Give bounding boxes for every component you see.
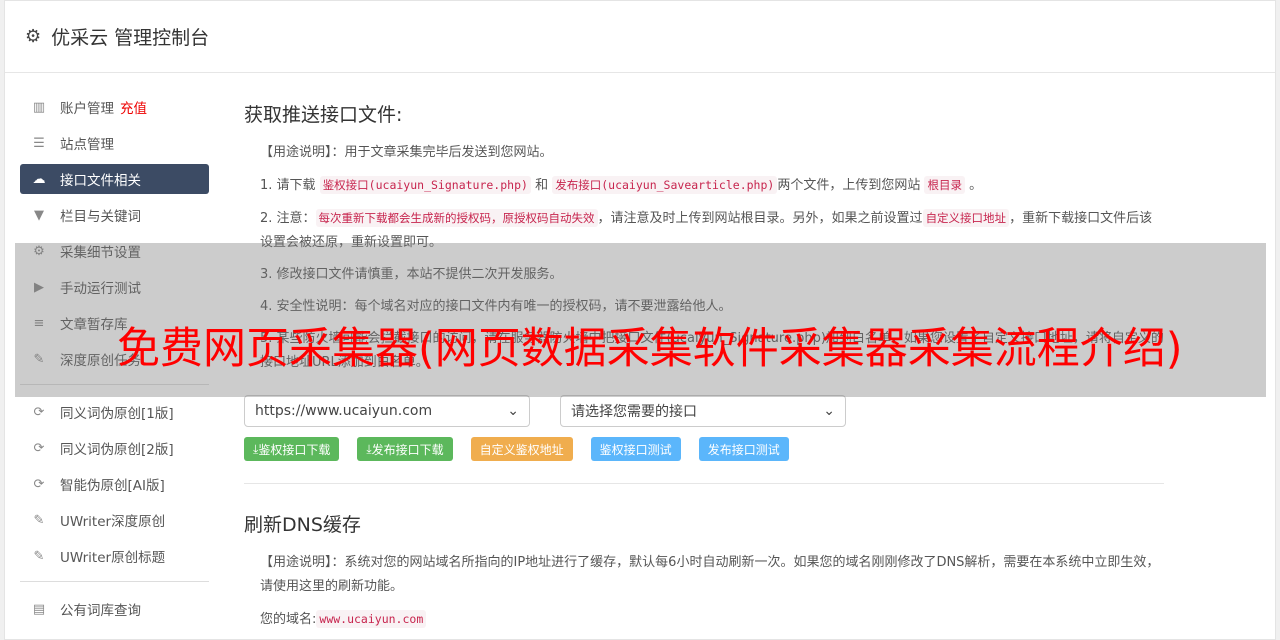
text: 1. 请下载 — [260, 178, 316, 193]
sidebar-item-label: UWriter深度原创 — [60, 514, 166, 530]
sidebar-item-interface-files[interactable]: ☁ 接口文件相关 — [20, 164, 209, 194]
usage-text: 【用途说明】：用于文章采集完毕后发送到您网站。 — [260, 145, 553, 160]
sidebar-item-uwriter-title[interactable]: ✎ UWriter原创标题 — [20, 541, 209, 571]
edit-icon: ✎ — [33, 512, 45, 528]
sidebar-item-label: 公有词库查询 — [60, 603, 141, 619]
sidebar-item-synonym-v1[interactable]: ⟳ 同义词伪原创[1版] — [20, 397, 209, 427]
text: 2. 注意： — [260, 211, 316, 226]
sidebar-item-ai-original[interactable]: ⟳ 智能伪原创[AI版] — [20, 469, 209, 499]
sidebar-item-label: 智能伪原创[AI版] — [60, 478, 165, 494]
domain-row: 您的域名: www.ucaiyun.com — [260, 607, 1164, 632]
sidebar-item-uwriter-deep[interactable]: ✎ UWriter深度原创 — [20, 505, 209, 535]
sidebar-item-public-dictionary[interactable]: ▤ 公有词库查询 — [20, 594, 209, 624]
dns-usage-text: 【用途说明】：系统对您的网站域名所指向的IP地址进行了缓存，默认每6小时自动刷新… — [260, 555, 1160, 594]
sidebar-item-sites[interactable]: ☰ 站点管理 — [20, 128, 209, 158]
sidebar-item-synonym-v2[interactable]: ⟳ 同义词伪原创[2版] — [20, 433, 209, 463]
gear-icon: ⚙ — [25, 26, 42, 47]
section-title: 获取推送接口文件: — [244, 104, 403, 126]
button-label: 鉴权接口下载 — [258, 442, 331, 457]
sidebar-item-label: 站点管理 — [60, 137, 114, 153]
code-highlight: 发布接口(ucaiyun_Savearticle.php) — [552, 176, 778, 194]
api-select[interactable]: 请选择您需要的接口 ⌄ — [560, 395, 846, 427]
server-icon: ☰ — [33, 135, 45, 151]
filter-icon: ▼ — [34, 207, 44, 223]
chevron-down-icon: ⌄ — [823, 403, 835, 419]
code-highlight: 每次重新下载都会生成新的授权码，原授权码自动失效 — [315, 209, 598, 227]
edit-icon: ✎ — [33, 548, 45, 564]
refresh-icon: ⟳ — [33, 404, 45, 420]
book-icon: ▤ — [32, 601, 46, 617]
text: 两个文件，上传到您网站 — [777, 178, 921, 193]
code-highlight: 根目录 — [924, 176, 965, 194]
code-highlight: 自定义接口地址 — [922, 209, 1010, 227]
header: ⚙ 优采云 管理控制台 — [5, 1, 1275, 73]
section-title: 刷新DNS缓存 — [244, 514, 361, 536]
refresh-icon: ⟳ — [33, 440, 45, 456]
text: 。 — [969, 178, 983, 193]
refresh-icon: ⟳ — [33, 476, 45, 492]
app-title: 优采云 管理控制台 — [51, 27, 210, 49]
domain-label: 您的域名: — [260, 612, 317, 627]
sidebar-item-account[interactable]: ▥ 账户管理 充值 — [20, 92, 209, 122]
sidebar-divider — [20, 581, 209, 582]
instruction-1: 1. 请下载 鉴权接口(ucaiyun_Signature.php) 和 发布接… — [260, 173, 1164, 198]
code-highlight: 鉴权接口(ucaiyun_Signature.php) — [319, 176, 531, 194]
button-label: 发布接口下载 — [371, 442, 444, 457]
domain-value: www.ucaiyun.com — [316, 610, 427, 628]
sidebar-item-columns-keywords[interactable]: ▼ 栏目与关键词 — [20, 200, 209, 230]
sidebar-item-label: 接口文件相关 — [60, 173, 141, 189]
sidebar-item-label: UWriter原创标题 — [60, 550, 166, 566]
overlay-title: 免费网页采集器(网页数据采集软件采集器采集流程介绍) — [117, 324, 1183, 374]
text: ，请注意及时上传到网站根目录。另外，如果之前设置过 — [597, 211, 923, 226]
sidebar-item-label: 账户管理 — [60, 101, 114, 117]
custom-auth-url-button[interactable]: 自定义鉴权地址 — [470, 437, 573, 461]
divider — [244, 483, 1164, 484]
api-select-value: 请选择您需要的接口 — [571, 404, 697, 420]
recharge-link[interactable]: 充值 — [120, 97, 147, 117]
sidebar-item-label: 同义词伪原创[1版] — [60, 406, 174, 422]
test-publish-api-button[interactable]: 发布接口测试 — [698, 437, 789, 461]
sidebar-item-label: 同义词伪原创[2版] — [60, 442, 174, 458]
sidebar-item-label: 栏目与关键词 — [60, 209, 141, 225]
test-auth-api-button[interactable]: 鉴权接口测试 — [590, 437, 681, 461]
text: 和 — [535, 178, 549, 193]
site-select-value: https://www.ucaiyun.com — [255, 403, 433, 419]
bar-chart-icon: ▥ — [32, 99, 46, 115]
download-auth-api-button[interactable]: ⤓ 鉴权接口下载 — [244, 437, 340, 461]
download-publish-api-button[interactable]: ⤓ 发布接口下载 — [357, 437, 453, 461]
cloud-upload-icon: ☁ — [32, 171, 46, 187]
site-select[interactable]: https://www.ucaiyun.com ⌄ — [244, 395, 530, 427]
chevron-down-icon: ⌄ — [507, 403, 519, 419]
